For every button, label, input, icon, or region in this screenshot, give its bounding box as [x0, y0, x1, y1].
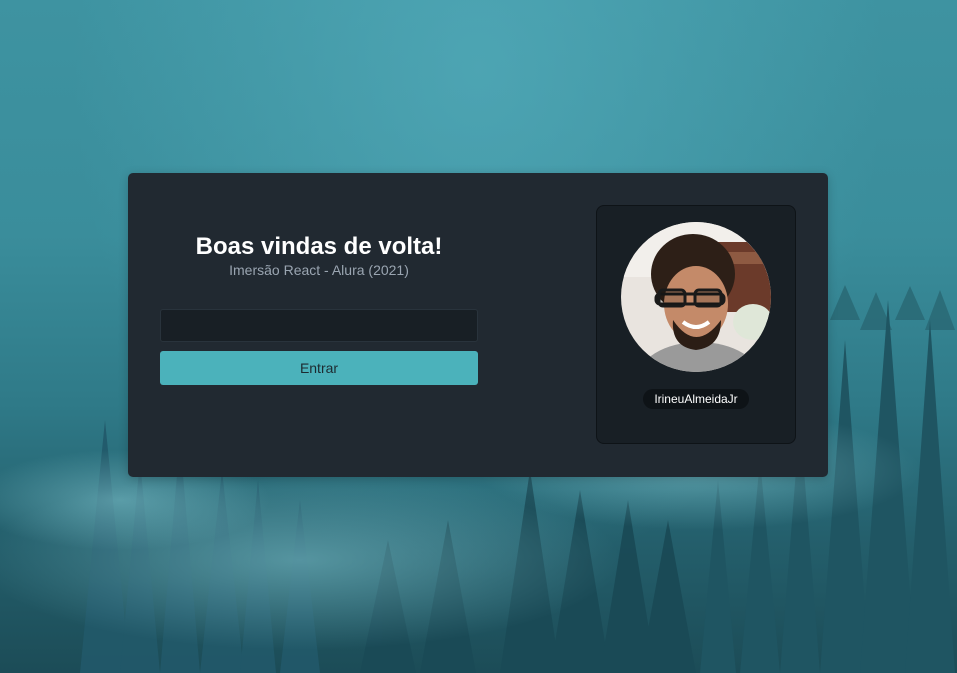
login-form: Boas vindas de volta! Imersão React - Al… [160, 173, 478, 477]
profile-panel: IrineuAlmeidaJr [596, 205, 796, 444]
username-badge: IrineuAlmeidaJr [643, 389, 749, 409]
page-subtitle: Imersão React - Alura (2021) [229, 262, 409, 278]
enter-button[interactable]: Entrar [160, 351, 478, 385]
username-input[interactable] [160, 309, 478, 342]
login-card: Boas vindas de volta! Imersão React - Al… [128, 173, 828, 477]
user-photo-icon [621, 222, 771, 372]
page-title: Boas vindas de volta! [195, 233, 443, 260]
